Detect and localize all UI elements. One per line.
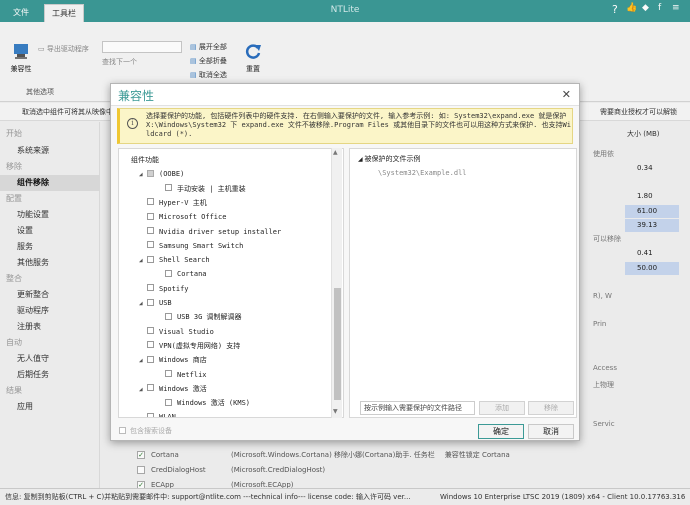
scroll-down-icon[interactable]: ▼ [333,408,338,415]
expand-arrow-icon[interactable]: ◢ [139,254,147,268]
checkbox[interactable] [147,212,154,220]
tree-scrollbar[interactable]: ▲ ▼ [331,148,342,418]
compat-dialog: 兼容性 ✕ i 选择要保护的功能, 包括硬件列表中的硬件支持. 在右侧输入要保护… [110,83,580,441]
tree-item[interactable]: ◢ (OOBE) [139,167,184,181]
expand-arrow-icon[interactable]: ◢ [139,297,147,311]
tree-item[interactable]: Windows 激活 (KMS) [157,396,250,410]
tree-item-label: WLAN [159,413,176,418]
expand-arrow-icon[interactable]: ◢ [139,383,147,397]
checkbox[interactable] [147,355,154,363]
checkbox[interactable] [147,327,154,335]
scroll-up-icon[interactable]: ▲ [333,149,338,156]
tree-item[interactable]: ◢ Windows 激活 [139,382,207,396]
tree-item[interactable]: Cortana [157,267,207,281]
cancel-button[interactable]: 取消 [528,424,574,439]
dialog-title: 兼容性 [118,89,155,103]
path-input[interactable]: 按示例输入需要保护的文件路径 [360,401,475,415]
checkbox[interactable] [147,169,154,177]
include-hosts-checkbox[interactable]: 包含搜索设备 [119,426,172,436]
notice-banner: i 选择要保护的功能, 包括硬件列表中的硬件支持. 在右侧输入要保护的文件, 输… [117,108,573,144]
checkbox[interactable] [165,184,172,192]
tree-item[interactable]: Visual Studio [139,325,214,339]
checkbox[interactable] [119,426,126,434]
tree-item[interactable]: ◢ Windows 商店 [139,353,207,367]
tree-item-label: Nvidia driver setup installer [159,227,282,236]
protected-files-header: ◢ 被保护的文件示例 [358,155,421,163]
protected-files-panel: ◢ 被保护的文件示例 \System32\Example.dll [349,148,577,418]
tree-item[interactable]: 组件功能 [123,153,159,167]
tree-item-label: (OOBE) [159,170,185,179]
tree-item-label: VPN(虚拟专用网络) 支持 [159,341,241,350]
tree-item[interactable]: Netflix [157,368,207,382]
expand-arrow-icon[interactable]: ◢ [139,168,147,182]
tree-item[interactable]: ◢ USB [139,296,172,310]
tree-item[interactable]: WLAN [139,410,176,418]
checkbox[interactable] [147,255,154,263]
dialog-header: 兼容性 ✕ [111,84,579,106]
tree-item-label: Windows 激活 [159,384,207,393]
checkbox[interactable] [147,384,154,392]
info-icon: i [127,118,138,129]
tree-item[interactable]: USB 3G 调制解调器 [157,310,242,324]
tree-item-label: 手动安装 | 主机重装 [177,184,246,193]
tree-item-label: Visual Studio [159,327,214,336]
notice-text: 选择要保护的功能, 包括硬件列表中的硬件支持. 在右侧输入要保护的文件, 输入参… [146,112,571,138]
checkbox[interactable] [147,341,154,349]
tree-item-label: Samsung Smart Switch [159,241,244,250]
checkbox[interactable] [147,227,154,234]
tree-item[interactable]: VPN(虚拟专用网络) 支持 [139,339,240,353]
checkbox[interactable] [165,398,172,406]
tree-item-label: 组件功能 [131,156,159,164]
tree-item-label: Netflix [177,370,207,379]
checkbox[interactable] [165,312,172,320]
tree-item-label: Hyper-V 主机 [159,198,207,207]
tree-item[interactable]: 手动安装 | 主机重装 [157,182,246,196]
ok-button[interactable]: 确定 [478,424,524,439]
checkbox[interactable] [165,269,172,277]
file-example[interactable]: \System32\Example.dll [378,169,467,177]
tree-item-label: USB 3G 调制解调器 [177,313,242,322]
tree-item[interactable]: Hyper-V 主机 [139,196,207,210]
expand-arrow-icon[interactable]: ◢ [139,354,147,368]
tree-item-label: Shell Search [159,256,210,265]
tree-item-label: Windows 商店 [159,356,207,365]
checkbox[interactable] [147,412,154,417]
tree-item-label: USB [159,299,172,307]
checkbox[interactable] [147,298,154,306]
tree-item-label: Windows 激活 (KMS) [177,399,251,408]
remove-button[interactable]: 移除 [528,401,574,415]
close-icon[interactable]: ✕ [562,88,571,101]
checkbox[interactable] [147,284,154,292]
tree-item[interactable]: Samsung Smart Switch [139,239,243,253]
tree-item[interactable]: Nvidia driver setup installer [139,225,281,239]
tree-item-label: Microsoft Office [159,213,227,222]
tree-item[interactable]: Microsoft Office [139,210,226,224]
add-button[interactable]: 添加 [479,401,525,415]
tree-item[interactable]: Spotify [139,282,189,296]
tree-item[interactable]: ◢ Shell Search [139,253,210,267]
feature-tree: 组件功能 ◢ (OOBE) 手动安装 | 主机重装 Hyper-V 主机 Microsof… [118,148,344,418]
checkbox[interactable] [147,241,154,249]
checkbox[interactable] [165,370,172,377]
checkbox[interactable] [147,198,154,206]
tree-item-label: Spotify [159,284,189,293]
tree-item-label: Cortana [177,270,207,279]
scroll-thumb[interactable] [334,288,341,400]
